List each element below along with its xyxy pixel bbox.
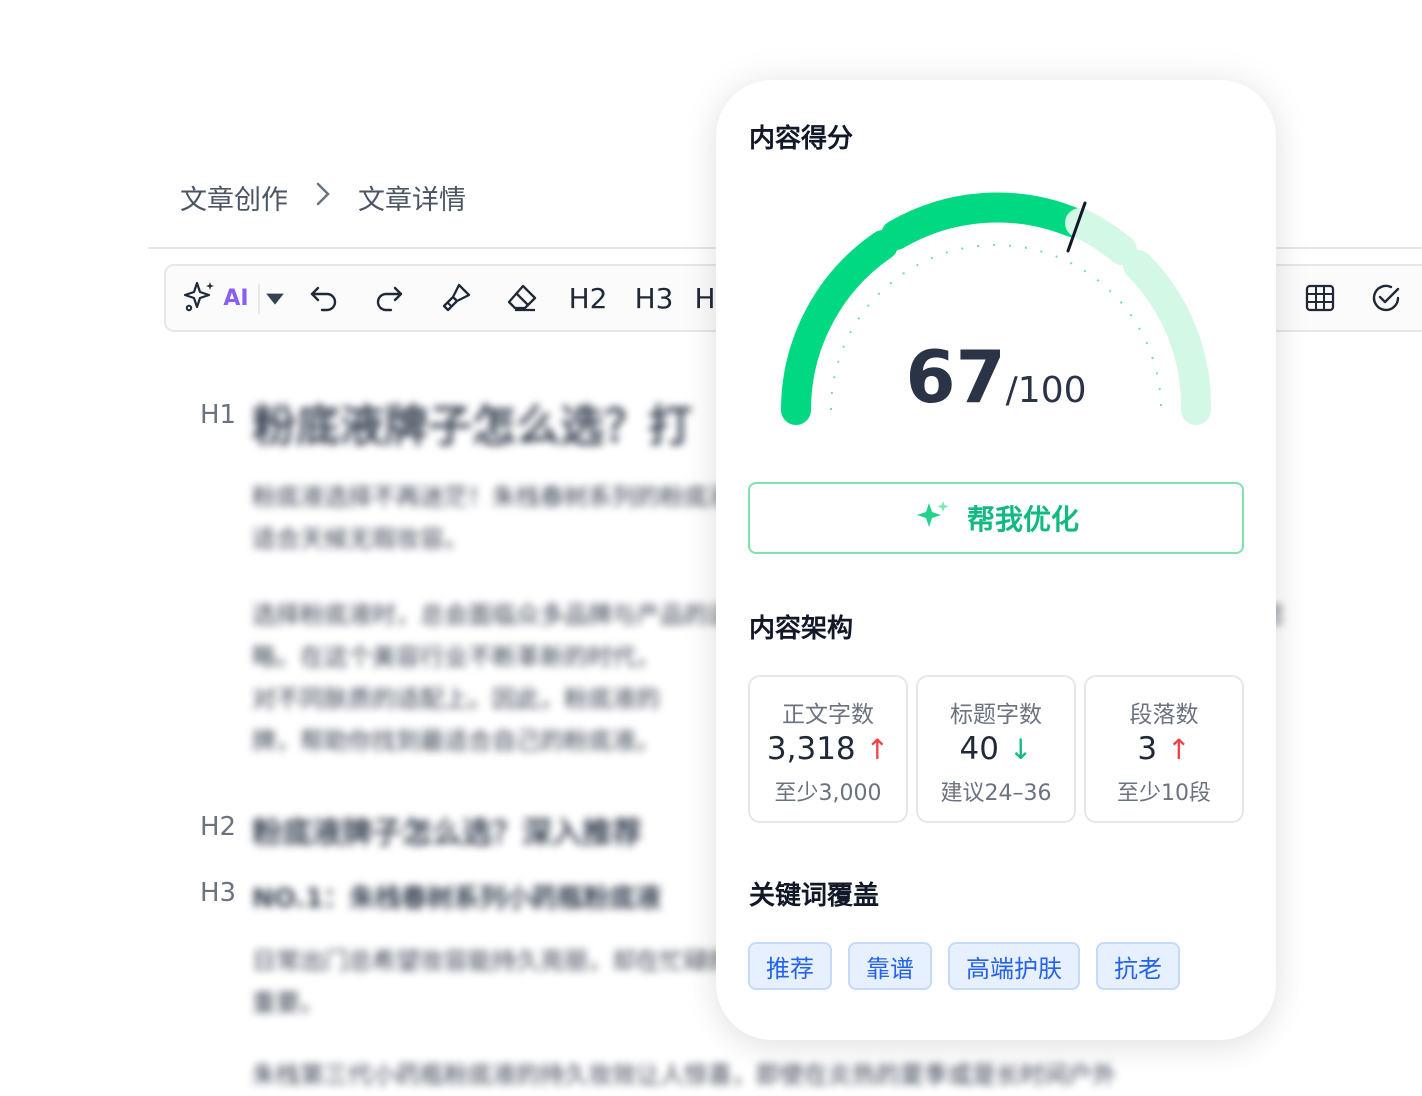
stat-label: 正文字数 — [782, 702, 874, 728]
article-h3: NO.1：朱栈春树系列小药瓶粉底液 — [252, 884, 662, 914]
redo-icon[interactable] — [369, 266, 409, 330]
optimize-label: 帮我优化 — [966, 503, 1079, 536]
h2-marker: H2 — [200, 812, 237, 842]
table-icon[interactable] — [1300, 266, 1340, 330]
breadcrumb: 文章创作 文章详情 — [180, 178, 466, 217]
article-h2: 粉底液牌子怎么选？深入推荐 — [252, 816, 642, 851]
optimize-button[interactable]: 帮我优化 — [748, 482, 1244, 554]
ai-label: AI — [223, 285, 249, 311]
sparkle-icon — [913, 497, 953, 540]
sparkle-icon — [183, 279, 217, 317]
breadcrumb-parent[interactable]: 文章创作 — [180, 178, 288, 217]
arrow-down-icon: ↓ — [1008, 732, 1033, 766]
format-painter-icon[interactable] — [436, 266, 476, 330]
score-total: /100 — [1005, 370, 1087, 411]
keyword-tag[interactable]: 抗老 — [1096, 942, 1180, 990]
keyword-tag[interactable]: 推荐 — [748, 942, 832, 990]
keyword-tags: 推荐 靠谱 高端护肤 抗老 — [748, 942, 1180, 990]
score-readout: 67/100 — [716, 335, 1276, 419]
stat-word-count: 正文字数 3,318 ↑ 至少3,000 — [748, 675, 908, 823]
article-title: 粉底液牌子怎么选？打 — [252, 401, 692, 452]
heading-2-button[interactable]: H2 — [566, 266, 610, 330]
structure-title: 内容架构 — [749, 614, 854, 644]
toolbar-separator — [258, 284, 260, 314]
stat-hint: 建议24–36 — [940, 781, 1052, 806]
arrow-up-icon: ↑ — [1167, 732, 1191, 766]
stat-label: 标题字数 — [950, 702, 1042, 728]
keyword-tag[interactable]: 靠谱 — [848, 942, 932, 990]
keywords-title: 关键词覆盖 — [749, 881, 880, 911]
undo-icon[interactable] — [304, 266, 344, 330]
chevron-right-icon — [314, 181, 332, 214]
dropdown-caret-icon[interactable] — [264, 266, 286, 330]
stat-title-length: 标题字数 40 ↓ 建议24–36 — [916, 675, 1076, 823]
content-score-card: 内容得分 67/100 帮我优化 内容架构 正文字数 3,318 ↑ 至少3,0… — [716, 80, 1276, 1040]
h3-marker: H3 — [200, 878, 237, 908]
arrow-up-icon: ↑ — [865, 732, 890, 766]
score-value: 67 — [905, 335, 1006, 419]
keyword-tag[interactable]: 高端护肤 — [948, 942, 1080, 990]
stat-paragraph-count: 段落数 3 ↑ 至少10段 — [1084, 675, 1244, 823]
stat-label: 段落数 — [1129, 702, 1199, 728]
check-circle-icon[interactable] — [1366, 266, 1406, 330]
stat-hint: 至少10段 — [1117, 781, 1211, 806]
stat-value: 3 ↑ — [1137, 731, 1191, 767]
ai-button[interactable]: AI — [176, 266, 256, 330]
eraser-icon[interactable] — [502, 266, 542, 330]
h1-marker: H1 — [200, 400, 237, 430]
paragraph: 朱栈第三代小药瓶粉底液的持久妆效让人惊喜，即使在炎热的夏季或是长时间户外 — [252, 1061, 1116, 1089]
score-title: 内容得分 — [749, 124, 854, 154]
stat-value: 40 ↓ — [959, 731, 1033, 767]
stat-hint: 至少3,000 — [774, 781, 882, 806]
breadcrumb-current: 文章详情 — [358, 185, 466, 216]
heading-3-button[interactable]: H3 — [632, 266, 676, 330]
stat-value: 3,318 ↑ — [766, 731, 890, 767]
